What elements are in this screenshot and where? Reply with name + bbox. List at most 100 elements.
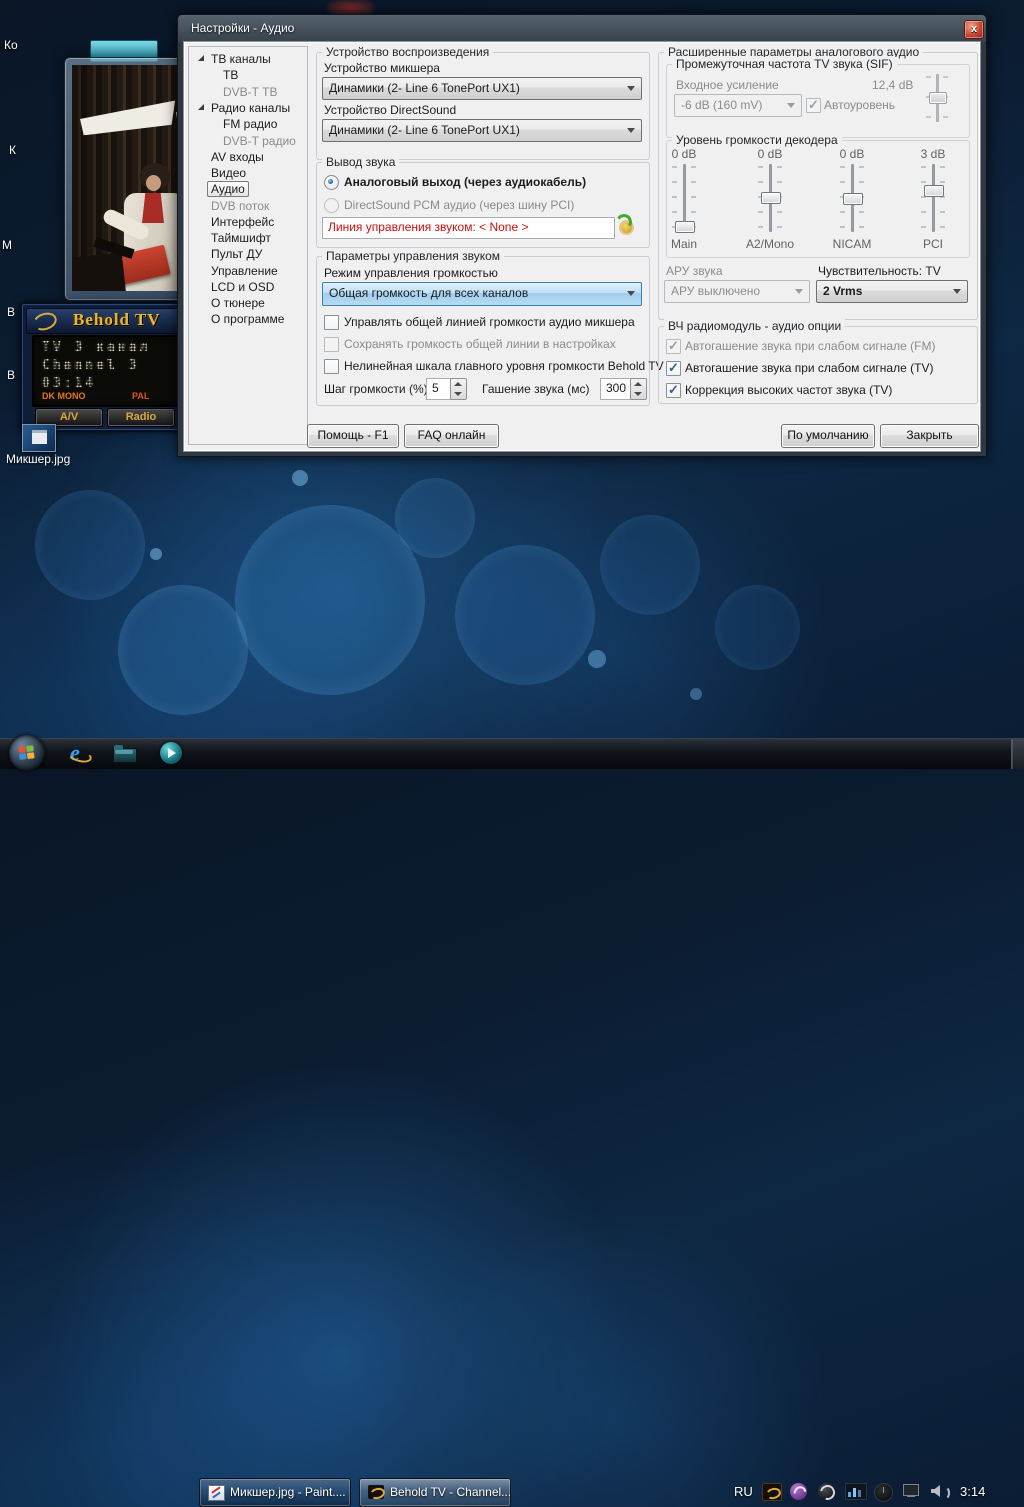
behold-swoosh [369,1486,386,1501]
bokeh-circle [588,650,606,668]
sidebar-item-radio-channels[interactable]: Радио каналы [211,100,290,116]
sidebar-item-interface[interactable]: Интерфейс [211,214,274,230]
show-desktop-button[interactable] [1011,739,1024,769]
network-icon[interactable] [902,1483,920,1499]
media-player-icon[interactable] [160,742,182,764]
tree-expander-icon[interactable] [198,104,204,110]
network-activity-icon[interactable] [845,1483,867,1500]
decoder-slider-nicam[interactable] [840,164,864,234]
slider-thumb[interactable] [761,192,781,204]
decoder-slider-a2mono[interactable] [758,164,782,234]
bokeh-circle [118,585,248,715]
hf-correction-checkbox[interactable] [666,383,681,398]
person-face [146,175,161,191]
mixer-jpg-desktop-icon[interactable]: Микшер.jpg [0,420,100,472]
directsound-device-combobox[interactable]: Динамики (2- Line 6 TonePort UX1) [322,119,642,142]
save-volume-checkbox [324,337,339,352]
sidebar-item-control[interactable]: Управление [211,263,278,279]
task-button-paint[interactable]: Микшер.jpg - Paint.... [199,1478,351,1507]
slider-thumb[interactable] [843,193,863,205]
mute-time-spinner[interactable] [630,378,647,400]
close-button[interactable]: x [964,20,984,39]
defaults-button[interactable]: По умолчанию [781,424,875,448]
slider-thumb[interactable] [675,221,695,233]
sidebar-item-label: О тюнере [211,296,265,310]
task-button-behold[interactable]: Behold TV - Channel... [359,1478,511,1507]
sidebar-item-audio-selected[interactable]: Аудио [211,181,249,197]
close-dialog-button[interactable]: Закрыть [880,424,979,448]
sensitivity-combobox[interactable]: 2 Vrms [816,280,968,303]
spin-down-icon[interactable] [454,392,462,396]
behold-swoosh [765,1486,782,1501]
sound-output-group-title: Вывод звука [322,155,399,169]
nonlinear-scale-checkbox[interactable] [324,359,339,374]
bar [858,1490,861,1497]
desktop-icon-label-partial: В [7,305,15,319]
language-indicator[interactable]: RU [734,1484,753,1499]
clock-app-icon[interactable] [874,1483,893,1502]
updater-icon[interactable] [818,1483,835,1500]
sidebar-item-label: Аудио [207,181,249,197]
volume-mode-combobox[interactable]: Общая громкость для всех каналов [322,282,642,306]
ie-icon[interactable]: e [66,740,92,766]
sidebar-item-remote[interactable]: Пульт ДУ [211,246,262,262]
taskbar-clock[interactable]: 3:14 [960,1484,985,1499]
analog-output-radio[interactable] [324,175,339,190]
input-gain-combobox: -6 dB (160 mV) [674,94,802,117]
tree-expander-icon[interactable] [198,55,204,61]
sidebar-item-av-inputs[interactable]: AV входы [211,149,264,165]
sidebar-item-label: AV входы [211,150,264,164]
bokeh-circle [235,505,425,695]
agc-label: АРУ звука [666,264,723,278]
sidebar-item-video[interactable]: Видео [211,165,246,181]
decoder-slider-main[interactable] [672,164,696,234]
person-red-top [142,193,164,223]
flag-pane [26,745,34,752]
swirl-glyph [791,1484,809,1502]
faq-button-label: FAQ онлайн [418,428,486,442]
radio-button[interactable]: Radio [107,408,175,427]
sidebar-item-label: DVB-T радио [223,134,296,148]
autolevel-checkbox [806,98,821,113]
mute-time-label: Гашение звука (мс) [482,382,590,396]
desktop-icon-label-partial: Ко [4,38,18,52]
explorer-icon[interactable] [113,745,137,762]
automute-fm-checkbox [666,339,681,354]
master-line-checkbox[interactable] [324,315,339,330]
sidebar-item-lcd-osd[interactable]: LCD и OSD [211,279,274,295]
slider-thumb[interactable] [924,185,944,197]
automute-tv-checkbox[interactable] [666,361,681,376]
start-button[interactable] [9,735,45,771]
volume-step-spinner[interactable] [450,378,467,400]
sidebar-item-fm-radio[interactable]: FM радио [223,116,277,132]
torrent-icon[interactable] [790,1483,807,1500]
image-thumbnail-icon [22,424,56,452]
sidebar-item-timeshift[interactable]: Таймшифт [211,230,271,246]
mixer-device-combobox[interactable]: Динамики (2- Line 6 TonePort UX1) [322,77,642,100]
bar [848,1492,851,1497]
sidebar-item-about-program[interactable]: О программе [211,311,284,327]
sidebar-item-tv[interactable]: ТВ [223,67,238,83]
hf-correction-label: Коррекция высоких частот звука (TV) [685,383,892,397]
sidebar-item-label: LCD и OSD [211,280,274,294]
decoder-slider-pci[interactable] [921,164,945,234]
sidebar-item-dvb-stream: DVB поток [211,198,269,214]
volume-icon[interactable] [930,1483,948,1499]
sidebar-item-about-tuner[interactable]: О тюнере [211,295,265,311]
volume-control-group-title: Параметры управления звуком [322,249,504,263]
control-line-text: Линия управления звуком: < None > [328,220,528,234]
sif-slider [926,72,948,124]
sidebar-item-dvbt-tv: DVB-T ТВ [223,84,277,100]
behold-tray-icon[interactable] [762,1483,782,1501]
refresh-gear-icon[interactable] [614,214,636,236]
sidebar-item-tv-channels[interactable]: ТВ каналы [211,51,271,67]
help-button[interactable]: Помощь - F1 [307,424,399,448]
spin-up-icon[interactable] [454,382,462,386]
sidebar-item-label: ТВ [223,68,238,82]
spin-up-icon[interactable] [634,382,642,386]
master-line-label: Управлять общей линией громкости аудио м… [344,315,635,329]
faq-button[interactable]: FAQ онлайн [404,424,499,448]
sidebar-item-label: О программе [211,312,284,326]
windows-flag-icon [18,745,35,761]
spin-down-icon[interactable] [634,392,642,396]
